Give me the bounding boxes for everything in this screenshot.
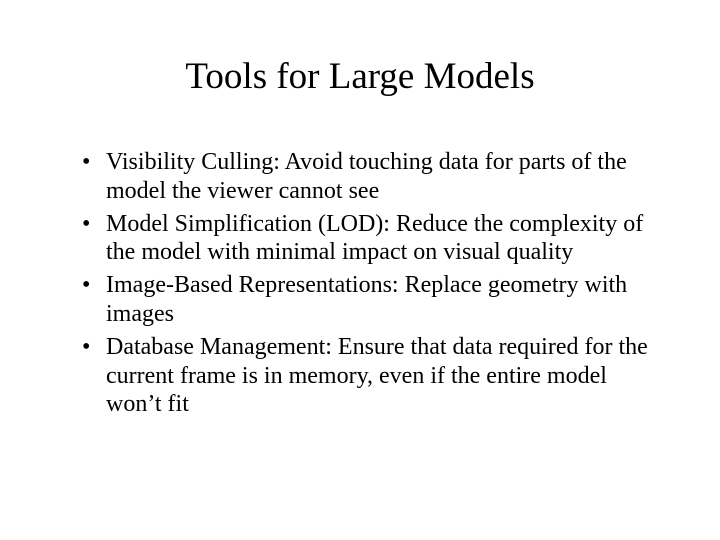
list-item: Image-Based Representations: Replace geo… xyxy=(88,271,660,329)
bullet-list: Visibility Culling: Avoid touching data … xyxy=(60,148,660,419)
slide-title: Tools for Large Models xyxy=(60,55,660,98)
list-item: Model Simplification (LOD): Reduce the c… xyxy=(88,210,660,268)
list-item: Visibility Culling: Avoid touching data … xyxy=(88,148,660,206)
list-item: Database Management: Ensure that data re… xyxy=(88,333,660,419)
